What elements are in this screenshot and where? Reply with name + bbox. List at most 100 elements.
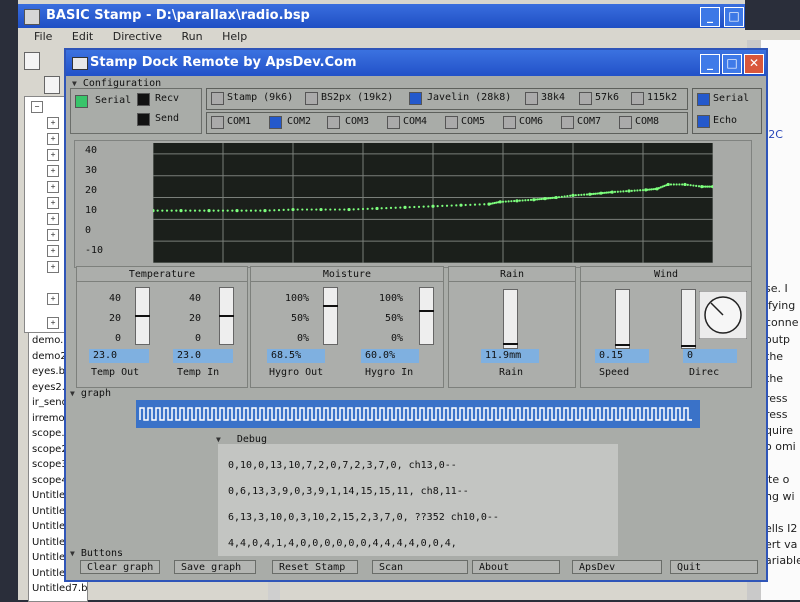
new-file-icon[interactable]: [24, 52, 40, 70]
data-point: [207, 209, 211, 213]
tree-expander[interactable]: +: [47, 213, 59, 225]
bs2px-19k2-checkbox[interactable]: [305, 92, 318, 105]
tree-expander[interactable]: −: [31, 101, 43, 113]
minimize-icon[interactable]: _: [700, 54, 720, 74]
collapse-triangle-icon[interactable]: ▼: [70, 389, 75, 398]
javelin-28k8-checkbox[interactable]: [409, 92, 422, 105]
com-label: COM1: [227, 116, 252, 127]
echo-checkbox[interactable]: [697, 115, 710, 128]
data-point: [333, 208, 337, 211]
data-point: [569, 194, 572, 197]
tree-expander[interactable]: +: [47, 317, 59, 329]
tree-expander[interactable]: +: [47, 293, 59, 305]
menu-file[interactable]: File: [34, 30, 52, 43]
close-icon[interactable]: ✕: [744, 54, 764, 74]
data-point: [627, 189, 631, 193]
com2-checkbox[interactable]: [269, 116, 282, 129]
debug-output[interactable]: 0,10,0,13,10,7,2,0,7,2,3,7,0, ch13,0-- 0…: [218, 444, 618, 556]
clear-graph-button[interactable]: Clear graph: [80, 560, 160, 574]
about-button[interactable]: About: [472, 560, 560, 574]
tree-expander[interactable]: +: [47, 197, 59, 209]
data-point: [504, 200, 507, 203]
data-point: [529, 198, 533, 202]
hygro-in-label: Hygro In: [365, 367, 414, 378]
gauge-tick: 100%: [379, 293, 404, 304]
file-item[interactable]: Untitled7.bsp: [29, 581, 87, 597]
minimize-icon[interactable]: _: [700, 7, 720, 27]
com-label: COM2: [287, 116, 312, 127]
collapse-triangle-icon[interactable]: ▼: [216, 435, 221, 444]
tree-expander[interactable]: +: [47, 261, 59, 273]
data-point: [574, 194, 577, 197]
tree-expander[interactable]: +: [47, 149, 59, 161]
data-point: [403, 205, 407, 209]
help-text: ite o: [765, 473, 790, 486]
data-point: [563, 195, 566, 198]
data-point: [329, 208, 332, 211]
data-point: [501, 200, 505, 203]
com3-checkbox[interactable]: [327, 116, 340, 129]
tree-expander[interactable]: +: [47, 181, 59, 193]
57k6-checkbox[interactable]: [579, 92, 592, 105]
menu-directive[interactable]: Directive: [113, 30, 162, 43]
tree-expander[interactable]: +: [47, 133, 59, 145]
tree-expander[interactable]: +: [47, 245, 59, 257]
com6-checkbox[interactable]: [503, 116, 516, 129]
scan-button[interactable]: Scan: [372, 560, 468, 574]
apsdev-button[interactable]: ApsDev: [572, 560, 662, 574]
level-mark: [323, 305, 338, 308]
data-point: [212, 209, 215, 212]
data-point: [301, 208, 304, 211]
com5-checkbox[interactable]: [445, 116, 458, 129]
com-label: COM7: [577, 116, 602, 127]
com8-checkbox[interactable]: [619, 116, 632, 129]
tree-expander[interactable]: +: [47, 117, 59, 129]
data-point: [431, 204, 435, 208]
echo-option-label: Echo: [713, 115, 738, 126]
tree-expander[interactable]: +: [47, 229, 59, 241]
data-point: [571, 193, 575, 197]
desktop-strip: [745, 0, 800, 30]
data-point: [399, 206, 402, 209]
save-graph-button[interactable]: Save graph: [174, 560, 256, 574]
speed-label: Javelin (28k8): [427, 92, 512, 103]
data-point: [268, 209, 271, 212]
com-label: COM5: [461, 116, 486, 127]
data-point: [536, 198, 539, 201]
temperature-panel: Temperature 40 20 0 40 20 0 23.0 23.0 Te…: [76, 266, 248, 388]
data-point: [380, 207, 383, 210]
serial-checkbox[interactable]: [697, 93, 710, 106]
panel-divider: [251, 281, 443, 282]
debug-line: 0,10,0,13,10,7,2,0,7,2,3,7,0, ch13,0--: [228, 460, 457, 471]
maximize-icon[interactable]: □: [724, 7, 744, 27]
data-point: [198, 209, 201, 212]
tree-expander[interactable]: +: [47, 165, 59, 177]
com1-checkbox[interactable]: [211, 116, 224, 129]
help-text: ells I2: [765, 522, 798, 535]
38k4-checkbox[interactable]: [525, 92, 538, 105]
menu-run[interactable]: Run: [182, 30, 203, 43]
data-point: [710, 185, 713, 188]
serial-indicator[interactable]: [75, 95, 88, 108]
data-point: [371, 207, 374, 210]
com7-checkbox[interactable]: [561, 116, 574, 129]
data-point: [263, 209, 267, 213]
maximize-icon[interactable]: □: [722, 54, 742, 74]
data-point: [495, 201, 498, 204]
menu-edit[interactable]: Edit: [72, 30, 93, 43]
data-point: [669, 183, 673, 186]
temperature-plot: [153, 143, 713, 263]
115k2-checkbox[interactable]: [631, 92, 644, 105]
data-point: [473, 203, 477, 206]
menu-help[interactable]: Help: [222, 30, 247, 43]
quit-button[interactable]: Quit: [670, 560, 758, 574]
reset-stamp-button[interactable]: Reset Stamp: [272, 560, 358, 574]
temp-in-label: Temp In: [177, 367, 220, 378]
stamp-9k6-checkbox[interactable]: [211, 92, 224, 105]
collapse-triangle-icon[interactable]: ▼: [72, 79, 77, 88]
com-label: COM4: [403, 116, 428, 127]
com4-checkbox[interactable]: [387, 116, 400, 129]
collapse-triangle-icon[interactable]: ▼: [70, 549, 75, 558]
open-file-icon[interactable]: [44, 76, 60, 94]
moisture-panel: Moisture 100% 50% 0% 100% 50% 0% 68.5% 6…: [250, 266, 444, 388]
